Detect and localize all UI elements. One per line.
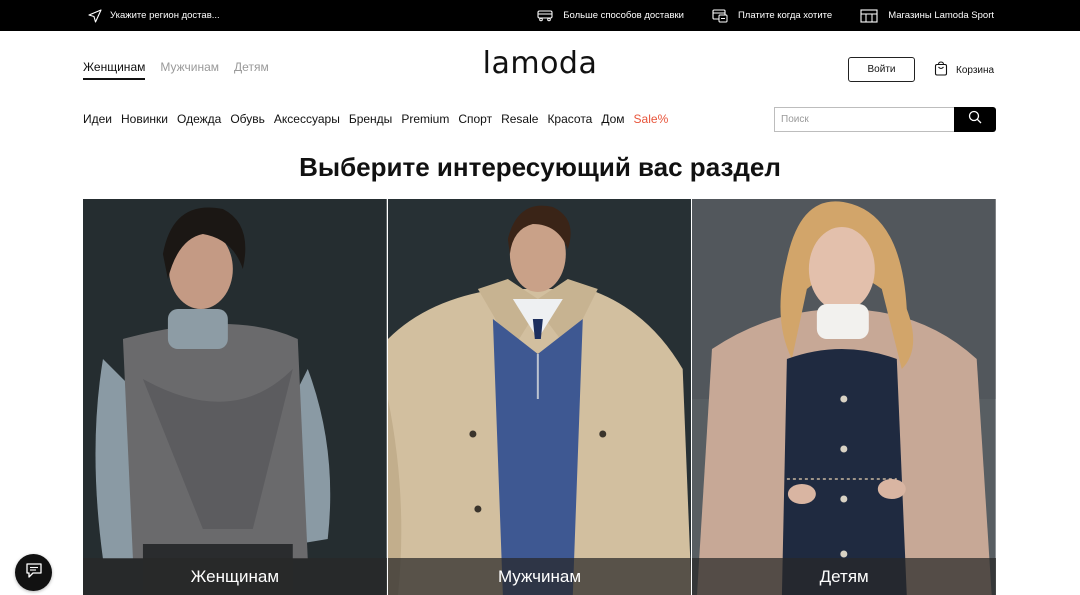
chat-button[interactable] bbox=[15, 554, 52, 591]
nav-home[interactable]: Дом bbox=[601, 112, 624, 126]
cart-label: Корзина bbox=[956, 64, 995, 76]
truck-icon bbox=[537, 9, 553, 22]
card-kids-label: Детям bbox=[692, 558, 997, 595]
store-icon bbox=[860, 8, 878, 23]
women-photo bbox=[83, 199, 387, 595]
shopping-bag-icon bbox=[934, 61, 948, 79]
lamoda-logo[interactable]: lamoda bbox=[0, 46, 1080, 81]
category-nav: Идеи Новинки Одежда Обувь Аксессуары Бре… bbox=[83, 112, 668, 126]
nav-beauty[interactable]: Красота bbox=[547, 112, 592, 126]
sport-stores-label: Магазины Lamoda Sport bbox=[888, 10, 994, 21]
search-input[interactable] bbox=[774, 107, 954, 132]
cart-link[interactable]: Корзина bbox=[934, 61, 994, 79]
login-button[interactable]: Войти bbox=[848, 57, 915, 82]
nav-sale[interactable]: Sale% bbox=[634, 112, 669, 126]
search-button[interactable] bbox=[954, 107, 996, 132]
nav-sport[interactable]: Спорт bbox=[458, 112, 492, 126]
card-kids[interactable]: Детям bbox=[692, 199, 997, 595]
nav-resale[interactable]: Resale bbox=[501, 112, 538, 126]
location-arrow-icon bbox=[88, 8, 102, 23]
nav-brands[interactable]: Бренды bbox=[349, 112, 392, 126]
region-selector[interactable]: Укажите регион достав... bbox=[88, 0, 220, 31]
nav-accessories[interactable]: Аксессуары bbox=[274, 112, 340, 126]
delivery-options-label: Больше способов доставки bbox=[563, 10, 684, 21]
card-women[interactable]: Женщинам bbox=[83, 199, 387, 595]
pay-later-link[interactable]: Платите когда хотите bbox=[712, 8, 833, 23]
search-icon bbox=[968, 110, 982, 129]
card-men[interactable]: Мужчинам bbox=[387, 199, 692, 595]
nav-shoes[interactable]: Обувь bbox=[230, 112, 265, 126]
pay-later-label: Платите когда хотите bbox=[737, 10, 833, 21]
sport-stores-link[interactable]: Магазины Lamoda Sport bbox=[860, 8, 994, 23]
nav-premium[interactable]: Premium bbox=[401, 112, 449, 126]
chat-bubble-icon bbox=[25, 562, 43, 584]
nav-clothing[interactable]: Одежда bbox=[177, 112, 221, 126]
card-men-label: Мужчинам bbox=[387, 558, 692, 595]
page-title: Выберите интересующий вас раздел bbox=[299, 152, 781, 182]
men-photo bbox=[387, 199, 692, 595]
region-label: Укажите регион достав... bbox=[110, 10, 220, 21]
search-bar bbox=[774, 107, 996, 132]
delivery-options-link[interactable]: Больше способов доставки bbox=[537, 9, 684, 22]
nav-ideas[interactable]: Идеи bbox=[83, 112, 112, 126]
top-bar: Укажите регион достав... Больше способов… bbox=[0, 0, 1080, 31]
payment-icon bbox=[712, 8, 728, 23]
category-cards: Женщинам Мужчинам Детям bbox=[83, 199, 997, 595]
kids-photo bbox=[692, 199, 997, 595]
nav-new[interactable]: Новинки bbox=[121, 112, 168, 126]
card-women-label: Женщинам bbox=[83, 558, 387, 595]
